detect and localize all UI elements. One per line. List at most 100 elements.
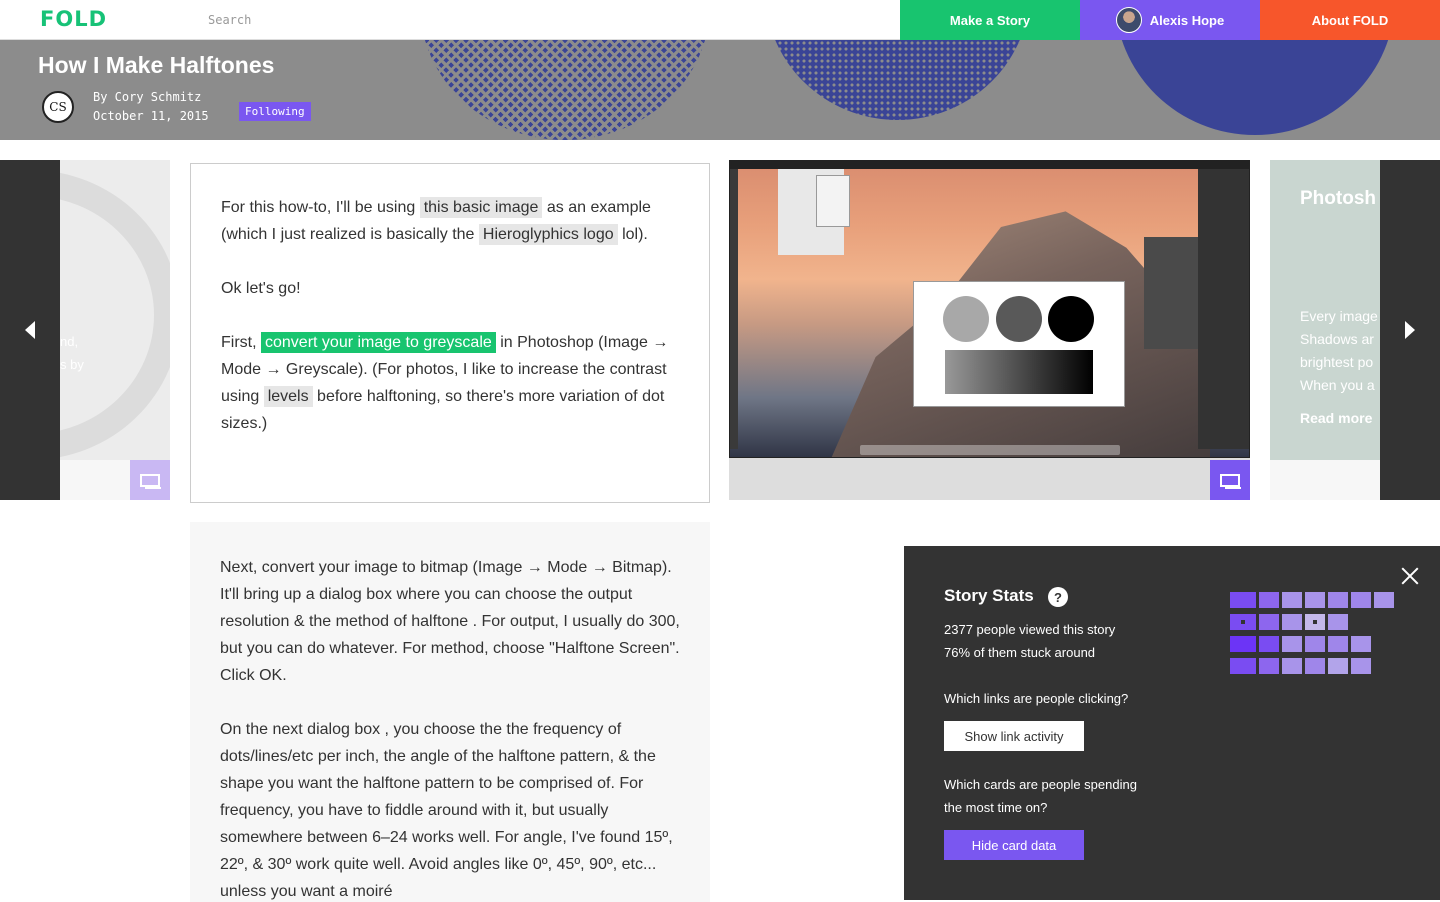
next-card-body: Every image Shadows ar brightest po When… bbox=[1300, 305, 1378, 397]
top-bar: FOLD Make a Story Alexis Hope About FOLD bbox=[0, 0, 1440, 40]
text-card: For this how-to, I'll be using this basi… bbox=[190, 163, 710, 503]
heatmap-cell[interactable] bbox=[1230, 614, 1256, 630]
black-circle bbox=[1048, 296, 1094, 342]
next-card-title: Photosh bbox=[1300, 188, 1376, 209]
hide-card-data-button[interactable]: Hide card data bbox=[944, 830, 1084, 860]
cards-question-line: Which cards are people spending bbox=[944, 777, 1137, 792]
search-input[interactable] bbox=[200, 8, 860, 32]
heatmap-cell[interactable] bbox=[1230, 636, 1256, 652]
link-hieroglyphics-logo[interactable]: Hieroglyphics logo bbox=[478, 224, 618, 245]
heatmap-cell[interactable] bbox=[1259, 614, 1279, 630]
story-header: How I Make Halftones CS By Cory Schmitz … bbox=[0, 40, 1440, 140]
retention-stat: 76% of them stuck around bbox=[944, 645, 1096, 660]
arrow-left-icon bbox=[25, 321, 35, 339]
solid-blue-circle bbox=[1115, 40, 1395, 135]
ghost-circle-graphic bbox=[60, 170, 170, 460]
paragraph: On the next dialog box , you choose the … bbox=[220, 721, 673, 900]
heatmap-cell[interactable] bbox=[1282, 658, 1302, 674]
link-basic-image[interactable]: this basic image bbox=[419, 197, 543, 218]
about-fold-button[interactable]: About FOLD bbox=[1260, 0, 1440, 40]
heatmap-cell[interactable] bbox=[1328, 658, 1348, 674]
prev-card-text: nd, s by bbox=[60, 330, 170, 376]
heatmap-cell[interactable] bbox=[1305, 636, 1325, 652]
heatmap-row bbox=[1230, 614, 1400, 630]
heatmap-cell[interactable] bbox=[1328, 614, 1348, 630]
stack-glyph bbox=[140, 473, 161, 489]
next-card-line: brightest po bbox=[1300, 354, 1374, 370]
next-card-line: When you a bbox=[1300, 377, 1375, 393]
heatmap-cell[interactable] bbox=[1259, 658, 1279, 674]
close-icon[interactable] bbox=[1400, 566, 1420, 586]
menu-bar-graphic bbox=[730, 161, 1249, 169]
link-levels[interactable]: levels bbox=[263, 386, 313, 407]
heatmap-cell[interactable] bbox=[1351, 658, 1371, 674]
make-story-button[interactable]: Make a Story bbox=[900, 0, 1080, 40]
card-footer bbox=[1270, 460, 1380, 500]
heatmap-cell[interactable] bbox=[1259, 592, 1279, 608]
next-card-line: Every image bbox=[1300, 308, 1378, 324]
mode-submenu-graphic bbox=[816, 175, 850, 227]
heatmap-cell[interactable] bbox=[1374, 592, 1394, 608]
next-card-line: Shadows ar bbox=[1300, 331, 1374, 347]
links-question: Which links are people clicking? bbox=[944, 691, 1129, 706]
heatmap-cell[interactable] bbox=[1328, 636, 1348, 652]
fold-logo[interactable]: FOLD bbox=[40, 7, 107, 31]
next-card-button[interactable] bbox=[1380, 160, 1440, 500]
cards-question: Which cards are people spending the most… bbox=[944, 773, 1137, 819]
paragraph: For this how-to, I'll be using this basi… bbox=[221, 194, 679, 248]
arrow-right-icon bbox=[1405, 321, 1415, 339]
stack-glyph bbox=[1220, 473, 1241, 489]
text-run: lol). bbox=[617, 226, 648, 243]
halftone-checker-circle bbox=[420, 40, 710, 140]
user-menu-button[interactable]: Alexis Hope bbox=[1080, 0, 1260, 40]
author-info: By Cory Schmitz October 11, 2015 bbox=[93, 88, 209, 126]
heatmap-row bbox=[1230, 592, 1400, 608]
cards-stack-icon[interactable] bbox=[130, 460, 170, 500]
halftone-dot-circle bbox=[765, 40, 1030, 120]
layers-panel-graphic bbox=[1198, 169, 1249, 449]
heatmap-cell[interactable] bbox=[1351, 592, 1371, 608]
paragraph: First, convert your image to greyscale i… bbox=[221, 329, 679, 437]
photoshop-screenshot bbox=[729, 160, 1250, 458]
help-icon[interactable]: ? bbox=[1048, 587, 1068, 607]
views-count: 2377 people viewed this story bbox=[944, 622, 1116, 637]
user-name: Alexis Hope bbox=[1149, 12, 1225, 28]
dock-graphic bbox=[860, 445, 1120, 455]
heatmap-cell[interactable] bbox=[1305, 614, 1325, 630]
dark-grey-circle bbox=[996, 296, 1042, 342]
heatmap-row bbox=[1230, 636, 1400, 652]
heatmap-cell[interactable] bbox=[1305, 658, 1325, 674]
heatmap-cell[interactable] bbox=[1282, 592, 1302, 608]
following-button[interactable]: Following bbox=[239, 102, 311, 121]
story-stats-panel: Story Stats ? 2377 people viewed this st… bbox=[904, 546, 1440, 900]
text-run: For this how-to, I'll be using bbox=[221, 199, 420, 216]
show-link-activity-button[interactable]: Show link activity bbox=[944, 721, 1084, 751]
heatmap-cell[interactable] bbox=[1305, 592, 1325, 608]
author-name[interactable]: By Cory Schmitz bbox=[93, 88, 209, 107]
author-logo[interactable]: CS bbox=[42, 91, 74, 123]
image-card[interactable] bbox=[729, 160, 1250, 500]
prev-card-line: s by bbox=[60, 357, 84, 372]
cards-stack-icon[interactable] bbox=[1210, 460, 1250, 500]
heatmap-cell[interactable] bbox=[1328, 592, 1348, 608]
heatmap-cell[interactable] bbox=[1230, 592, 1256, 608]
gradient-bar bbox=[945, 350, 1093, 394]
heatmap-cell[interactable] bbox=[1282, 614, 1302, 630]
greyscale-document bbox=[913, 281, 1125, 407]
heatmap-row bbox=[1230, 658, 1400, 674]
paragraph: Next, convert your image to bitmap (Imag… bbox=[220, 559, 680, 684]
heatmap-cell[interactable] bbox=[1282, 636, 1302, 652]
stats-title: Story Stats bbox=[944, 586, 1034, 605]
read-more-link[interactable]: Read more bbox=[1300, 410, 1372, 426]
next-context-card[interactable]: Photosh Every image Shadows ar brightest… bbox=[1270, 160, 1380, 500]
panel-graphic bbox=[1144, 237, 1204, 349]
heatmap-cell[interactable] bbox=[1259, 636, 1279, 652]
page-title: How I Make Halftones bbox=[38, 52, 275, 78]
heatmap-cell[interactable] bbox=[1351, 636, 1371, 652]
previous-card-button[interactable] bbox=[0, 160, 60, 500]
link-convert-greyscale[interactable]: convert your image to greyscale bbox=[261, 332, 496, 353]
heatmap-cell[interactable] bbox=[1230, 658, 1256, 674]
cards-question-line: the most time on? bbox=[944, 800, 1048, 815]
light-grey-circle bbox=[943, 296, 989, 342]
previous-context-card[interactable]: nd, s by bbox=[60, 160, 170, 500]
